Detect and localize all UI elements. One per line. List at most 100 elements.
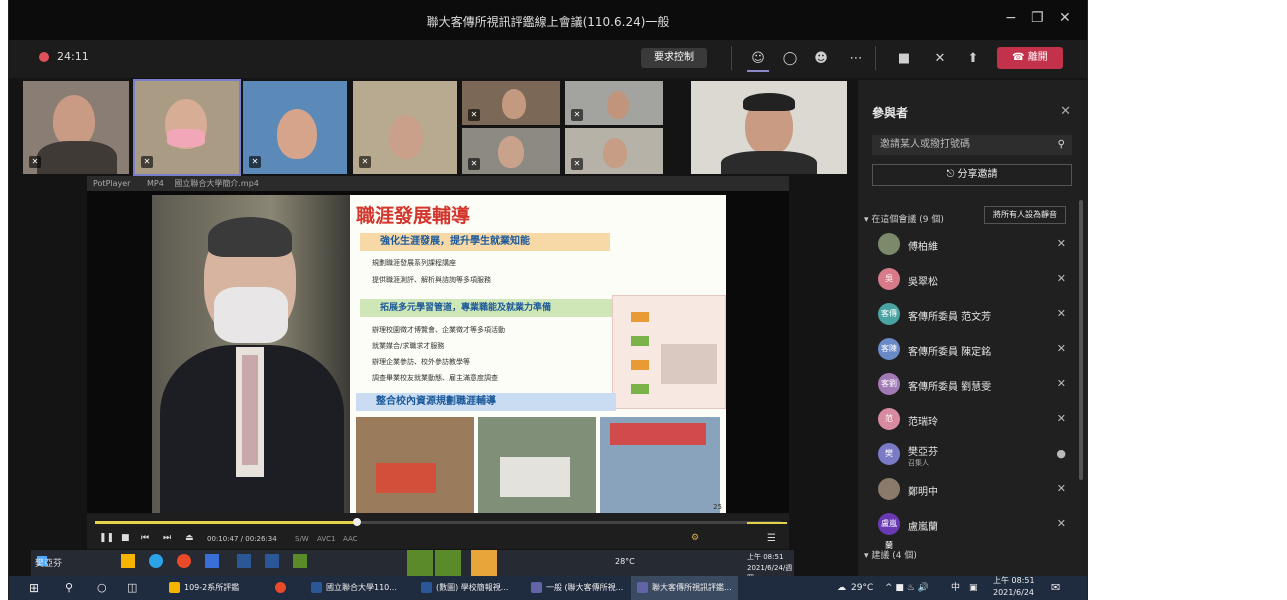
suggested-section[interactable]: ▾ 建議 (4 個) xyxy=(864,548,917,561)
participant-item[interactable]: 吳吳翠松 ✕ xyxy=(872,265,1072,295)
participant-video xyxy=(607,91,629,119)
participant-item[interactable]: 客劉 客傳所委員 劉慧雯 ✕ xyxy=(872,370,1072,400)
video-tile[interactable]: ✕ xyxy=(353,81,457,174)
slide-bullet: 調查畢業校友就業動態、雇主滿意度調查 xyxy=(372,374,498,382)
video-tile[interactable]: ✕ xyxy=(462,81,560,125)
app-icon xyxy=(435,550,461,576)
search-icon[interactable]: ⚲ xyxy=(65,576,73,600)
video-tile[interactable]: ✕ xyxy=(565,81,663,125)
taskbar-item[interactable]: 國立聯合大學110... xyxy=(305,576,403,600)
more-icon[interactable]: ⋯ xyxy=(845,48,867,70)
participant-name: 盧嵐蘭 xyxy=(908,522,938,533)
speaker-tie xyxy=(242,355,258,465)
video-tile[interactable] xyxy=(691,81,847,174)
seek-handle[interactable] xyxy=(353,518,361,526)
participant-item[interactable]: 客陳 客傳所委員 陳定銘 ✕ xyxy=(872,335,1072,365)
previous-icon[interactable]: ⏮ xyxy=(141,533,149,543)
meeting-timer: 24:11 xyxy=(57,50,89,63)
participant-item[interactable]: 客傳 客傳所委員 范文芳 ✕ xyxy=(872,300,1072,330)
mic-off-icon: ✕ xyxy=(29,156,41,168)
flow-box xyxy=(631,360,649,370)
mic-off-icon[interactable]: ✕ xyxy=(929,48,951,70)
cortana-icon[interactable]: ○ xyxy=(97,576,107,600)
video-tile[interactable]: ✕ xyxy=(243,81,347,174)
leave-label: 離開 xyxy=(1027,52,1048,63)
eject-icon[interactable]: ⏏ xyxy=(185,533,194,543)
avatar xyxy=(878,478,900,500)
app-icon xyxy=(293,554,307,568)
invite-placeholder: 邀請某人或撥打號碼 xyxy=(880,139,970,150)
seek-progress xyxy=(95,521,357,524)
taskbar-item[interactable]: 109-2系所評鑑 xyxy=(163,576,245,600)
mic-off-icon: ✕ xyxy=(141,156,153,168)
taskbar-item[interactable]: 一般 (聯大客傳所視... xyxy=(525,576,629,600)
in-meeting-section[interactable]: ▾ 在這個會議 (9 個) xyxy=(864,212,944,225)
avatar: 客陳 xyxy=(878,338,900,360)
participant-item[interactable]: 樊樊亞芬 召集人 ● xyxy=(872,440,1072,470)
in-meeting-label: 在這個會議 (9 個) xyxy=(871,215,944,225)
next-icon[interactable]: ⏭ xyxy=(163,533,171,543)
participants-icon[interactable]: ☺ xyxy=(747,48,769,72)
app-icon xyxy=(407,550,433,576)
minimize-button[interactable]: − xyxy=(1005,10,1017,26)
mic-off-icon: ✕ xyxy=(359,156,371,168)
taskbar-item[interactable]: (數圖) 學校簡報視... xyxy=(415,576,514,600)
tray-icons[interactable]: ^ ■ ♨ 🔊 xyxy=(885,576,929,600)
video-tile[interactable]: ✕ xyxy=(462,128,560,174)
share-invite-button[interactable]: ⎋ 分享邀請 xyxy=(872,164,1072,186)
weather-temp: 28°C xyxy=(615,557,635,566)
mic-off-icon: ✕ xyxy=(468,109,480,121)
flow-box xyxy=(631,336,649,346)
suggested-label: 建議 (4 個) xyxy=(871,551,917,561)
reactions-icon[interactable]: ☻ xyxy=(810,48,832,70)
teams-window: 聯大客傳所視訊評鑑線上會議(110.6.24)一般 − ❐ ✕ 24:11 要求… xyxy=(8,0,1088,600)
settings-icon[interactable]: ⚙ xyxy=(691,533,699,543)
title-bar: 聯大客傳所視訊評鑑線上會議(110.6.24)一般 − ❐ ✕ xyxy=(9,0,1087,40)
video-tile[interactable]: ✕ xyxy=(23,81,129,174)
folder-icon xyxy=(169,582,180,593)
pause-icon[interactable]: ❚❚ xyxy=(99,533,114,543)
app-icon xyxy=(205,554,219,568)
leave-button[interactable]: ☎ 離開 xyxy=(997,47,1063,69)
mute-all-button[interactable]: 將所有人設為靜音 xyxy=(984,206,1066,224)
avatar xyxy=(878,233,900,255)
scrollbar[interactable] xyxy=(1079,200,1083,480)
participant-item[interactable]: 傅柏維 ✕ xyxy=(872,230,1072,260)
camera-icon[interactable]: ■ xyxy=(893,48,915,70)
slide-bullet: 辦理校園徵才博覽會、企業徵才等多項活動 xyxy=(372,326,505,334)
ime-indicator[interactable]: 中 xyxy=(951,576,960,600)
avatar: 客傳 xyxy=(878,303,900,325)
participant-item[interactable]: 鄭明中 ✕ xyxy=(872,475,1072,505)
share-screen-icon[interactable]: ⬆ xyxy=(962,48,984,70)
task-view-icon[interactable]: ◫ xyxy=(127,576,137,600)
invite-input[interactable]: 邀請某人或撥打號碼 ⚲ xyxy=(872,135,1072,155)
close-button[interactable]: ✕ xyxy=(1059,10,1071,26)
chat-icon[interactable]: ◯ xyxy=(779,48,801,70)
request-control-button[interactable]: 要求控制 xyxy=(641,48,707,68)
windows-icon[interactable]: ⊞ xyxy=(29,576,39,600)
ime-mode-icon[interactable]: ▣ xyxy=(969,576,978,600)
playback-time: 00:10:47 / 00:26:34 xyxy=(207,535,277,543)
maximize-button[interactable]: ❐ xyxy=(1031,10,1044,26)
video-tile[interactable]: ✕ xyxy=(565,128,663,174)
participant-item[interactable]: 范范瑞玲 ✕ xyxy=(872,405,1072,435)
notification-icon[interactable]: ✉ xyxy=(1051,576,1060,600)
mic-on-icon: ● xyxy=(1056,447,1066,460)
taskbar-item-active[interactable]: 聯大客傳所視訊評鑑... xyxy=(631,576,738,600)
flow-box xyxy=(631,312,649,322)
share-invite-label: 分享邀請 xyxy=(957,169,998,180)
participant-video xyxy=(502,89,526,119)
participant-item[interactable]: 盧嵐蘭 盧嵐蘭 ✕ xyxy=(872,510,1072,550)
search-icon[interactable]: ⚲ xyxy=(1058,135,1065,155)
app-icon xyxy=(121,554,135,568)
menu-icon[interactable]: ☰ xyxy=(767,533,776,544)
avatar: 吳 xyxy=(878,268,900,290)
participant-name: 吳翠松 xyxy=(908,277,938,288)
participant-name: 范瑞玲 xyxy=(908,417,938,428)
video-tile[interactable]: ✕ xyxy=(133,79,241,176)
volume-slider[interactable] xyxy=(747,522,787,524)
close-icon[interactable]: ✕ xyxy=(1060,104,1071,119)
stop-icon[interactable]: ■ xyxy=(121,533,130,543)
weather-icon[interactable]: ☁ xyxy=(837,576,846,600)
taskbar-item[interactable] xyxy=(275,576,290,600)
